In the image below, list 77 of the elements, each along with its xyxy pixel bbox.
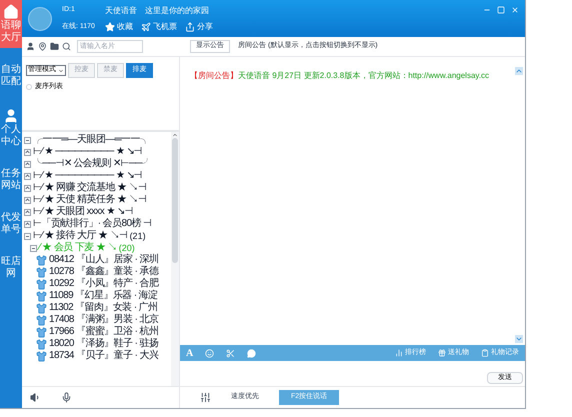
shirt-icon	[36, 350, 47, 362]
header-action[interactable]: 收藏	[104, 20, 133, 32]
person-icon[interactable]	[26, 42, 35, 51]
speaker-icon[interactable]	[30, 392, 41, 403]
user-name[interactable]: 18020 『泽扬』鞋子 · 驻扬	[49, 338, 158, 350]
header-action[interactable]: 分享	[184, 20, 213, 32]
home-icon	[3, 4, 19, 20]
room-title: 天使语音	[104, 4, 137, 16]
scroll-down-icon[interactable]	[515, 335, 523, 343]
scissors-icon[interactable]	[226, 348, 236, 358]
location-icon[interactable]	[38, 42, 47, 51]
member-count: (21)	[130, 230, 146, 242]
nav-item[interactable]: 代发单号	[0, 208, 22, 240]
member-count: (20)	[118, 242, 135, 254]
search-icon[interactable]	[62, 42, 71, 51]
share-icon	[184, 22, 195, 32]
channel-name[interactable]: ⊢⁄ ★ ───────── ★ ↘⊣	[33, 170, 142, 182]
maximize-icon[interactable]	[497, 6, 505, 14]
bar-chart-icon	[395, 349, 403, 357]
close-icon[interactable]	[511, 6, 519, 14]
shirt-icon	[36, 302, 47, 314]
room-slogan: 这里是你的的家园	[144, 4, 209, 16]
speech-bubble-icon[interactable]	[247, 348, 256, 358]
scrollbar[interactable]	[171, 132, 179, 386]
star-icon	[104, 22, 115, 32]
mixer-icon[interactable]	[200, 392, 211, 403]
channel-name[interactable]: ⊢⁄ ★ 网赚 交流基地 ★ ↘⊣	[33, 182, 146, 194]
channel-name[interactable]: ⊢⁄ ★ 接待 大厅 ★ ↘⊣	[33, 230, 128, 242]
expander-icon[interactable]	[24, 172, 31, 180]
expander-icon[interactable]	[24, 160, 31, 168]
expander-icon[interactable]	[24, 136, 31, 144]
nav-item[interactable]: 旺店网	[0, 252, 22, 284]
shirt-icon	[36, 254, 47, 266]
expander-icon[interactable]	[30, 244, 37, 252]
header-action[interactable]: 飞机票	[140, 20, 177, 32]
user-name[interactable]: 11089 『幻星』乐器 · 海淀	[49, 290, 158, 302]
folder-icon[interactable]	[50, 42, 59, 51]
shirt-icon	[36, 314, 47, 326]
expander-icon[interactable]	[24, 184, 31, 192]
expander-icon[interactable]	[24, 208, 31, 216]
announcement-tag: 【房间公告】	[190, 71, 238, 80]
shirt-icon	[36, 278, 47, 290]
nav-item[interactable]: 自动匹配	[0, 60, 22, 92]
expander-icon[interactable]	[24, 232, 31, 240]
user-name[interactable]: 11302 『留肉』女装 · 广州	[49, 302, 158, 314]
channel-name[interactable]: ╰──⊣✕ 公会规则 ✕⊢──╯	[33, 158, 152, 170]
channel-name[interactable]: ⊢⁄ ★ 天眼团 xxxx ★ ↘⊣	[33, 206, 133, 218]
shirt-icon	[36, 338, 47, 350]
shirt-icon	[36, 266, 47, 278]
announcement-text: 天使语音 9月27日 更新2.0.3.8版本，官方网站：http://www.angelsay.cc	[238, 71, 490, 80]
logo-icon	[28, 6, 52, 30]
nav-item[interactable]: 个人中心	[0, 104, 22, 152]
mic-icon[interactable]	[61, 392, 72, 403]
user-name[interactable]: 08412 『山人』居家 · 深圳	[49, 254, 158, 266]
scroll-up-icon[interactable]	[172, 132, 178, 138]
smiley-icon[interactable]	[205, 348, 214, 358]
user-name[interactable]: 17408 『满粥』男装 · 北京	[49, 314, 158, 326]
user-name[interactable]: 10292 『小凤』特产 · 合肥	[49, 278, 158, 290]
caret-icon	[58, 68, 64, 74]
channel-name[interactable]: ⊢⁄ ★ 天使 精英任务 ★ ↘⊣	[33, 194, 146, 206]
user-name[interactable]: 18734 『贝子』童子 · 大兴	[49, 350, 158, 362]
nav-item[interactable]: 任务网站	[0, 164, 22, 196]
gift-icon	[438, 349, 446, 357]
user-name[interactable]: 17966 『蜜蜜』卫浴 · 杭州	[49, 326, 158, 338]
shirt-icon	[36, 290, 47, 302]
expander-icon[interactable]	[24, 220, 31, 228]
clipboard-icon	[481, 349, 489, 357]
expander-icon[interactable]	[24, 148, 31, 156]
shirt-icon	[36, 326, 47, 338]
scroll-up-icon[interactable]	[515, 67, 523, 75]
channel-name[interactable]: ⊢⁄ ★ ───────── ★ ↘⊣	[33, 146, 142, 158]
channel-name[interactable]: ╭一一═—天眼团—═一一╮	[33, 134, 150, 146]
user-name[interactable]: 10278 『鑫鑫』童装 · 承德	[49, 266, 158, 278]
plane-icon	[140, 22, 151, 32]
person-icon	[3, 108, 19, 124]
channel-name[interactable]: ⊢「贡献排行」· 会员80榜 ⊣	[33, 218, 152, 230]
expander-icon[interactable]	[24, 196, 31, 204]
